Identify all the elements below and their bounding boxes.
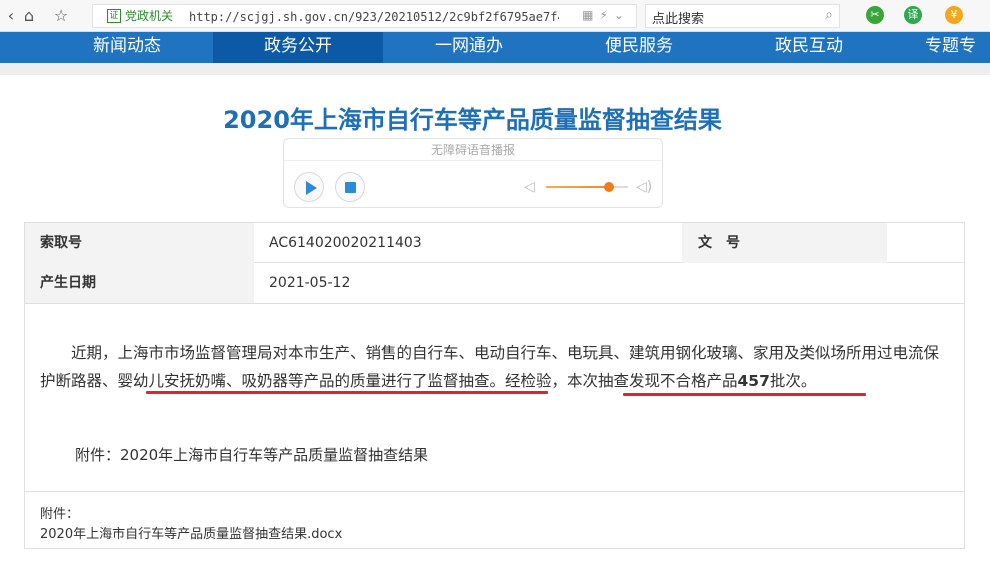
audio-player: 无障碍语音播报 ◁ ◁)	[283, 138, 663, 208]
star-icon[interactable]: ☆	[50, 5, 72, 27]
article-paragraph: 近期，上海市市场监督管理局对本市生产、销售的自行车、电动自行车、电玩具、建筑用钢…	[40, 344, 940, 390]
search-placeholder: 点此搜索	[652, 12, 705, 27]
nav-divider	[0, 63, 990, 75]
url-text[interactable]: http://scjgj.sh.gov.cn/923/20210512/2c9b…	[189, 8, 559, 26]
info-row: 产生日期 2021-05-12	[25, 263, 964, 303]
date-value: 2021-05-12	[269, 275, 351, 291]
page-title: 2020年上海市自行车等产品质量监督抽查结果	[223, 106, 722, 134]
home-icon[interactable]: ⌂	[18, 5, 40, 27]
address-tools-icons[interactable]: ▦⚡⌄	[582, 8, 630, 22]
nav-item-services[interactable]: 便民服务	[574, 32, 704, 63]
volume-slider-handle[interactable]	[604, 182, 614, 192]
browser-toolbar: ‹ ⌂ ☆ 证 党政机关 http://scjgj.sh.gov.cn/923/…	[0, 0, 990, 32]
highlight-underline	[146, 391, 548, 394]
nav-item-news[interactable]: 新闻动态	[62, 32, 192, 63]
gov-badge: 证 党政机关	[107, 8, 173, 24]
attachment-line: 附件：2020年上海市自行车等产品质量监督抽查结果	[75, 446, 429, 464]
gov-seal-icon: 证	[107, 9, 121, 23]
nav-item-gov-open[interactable]: 政务公开	[213, 32, 383, 63]
article-body: 近期，上海市市场监督管理局对本市生产、销售的自行车、电动自行车、电玩具、建筑用钢…	[24, 301, 965, 549]
suoqu-value: AC614020020211403	[269, 235, 422, 251]
info-row: 索取号 AC614020020211403 文 号	[25, 223, 964, 263]
scissors-extension-icon[interactable]: ✂	[866, 6, 884, 24]
search-icon[interactable]: ⌕	[825, 7, 833, 23]
play-button[interactable]	[294, 172, 324, 202]
unqualified-count: 457	[737, 372, 770, 390]
highlight-underline	[623, 393, 866, 396]
stop-button[interactable]	[335, 172, 365, 202]
attachment-header: 附件：	[40, 507, 80, 522]
play-icon	[306, 181, 317, 195]
attachment-box: 附件： 2020年上海市自行车等产品质量监督抽查结果.docx	[25, 491, 964, 548]
nav-item-interaction[interactable]: 政民互动	[744, 32, 874, 63]
volume-up-icon[interactable]: ◁)	[636, 179, 652, 195]
player-caption: 无障碍语音播报	[284, 139, 662, 161]
volume-slider[interactable]	[546, 186, 628, 188]
wallet-extension-icon[interactable]: ¥	[945, 6, 963, 24]
nav-item-topics[interactable]: 专题专	[925, 32, 990, 63]
volume-down-icon[interactable]: ◁	[524, 179, 535, 195]
wenhao-label: 文 号	[682, 223, 887, 263]
address-bar[interactable]: 证 党政机关 http://scjgj.sh.gov.cn/923/202105…	[92, 4, 637, 28]
attachment-file-link[interactable]: 2020年上海市自行车等产品质量监督抽查结果.docx	[40, 523, 342, 542]
suoqu-label: 索取号	[25, 223, 254, 263]
translate-extension-icon[interactable]: 译	[904, 6, 922, 24]
wenhao-value	[887, 223, 964, 263]
search-input[interactable]: 点此搜索 ⌕	[645, 4, 840, 28]
date-label: 产生日期	[25, 263, 254, 303]
site-nav: 新闻动态 政务公开 一网通办 便民服务 政民互动 专题专	[0, 32, 990, 63]
nav-item-one-net[interactable]: 一网通办	[404, 32, 534, 63]
document-info-table: 索取号 AC614020020211403 文 号 产生日期 2021-05-1…	[24, 222, 965, 304]
stop-icon	[345, 182, 356, 193]
